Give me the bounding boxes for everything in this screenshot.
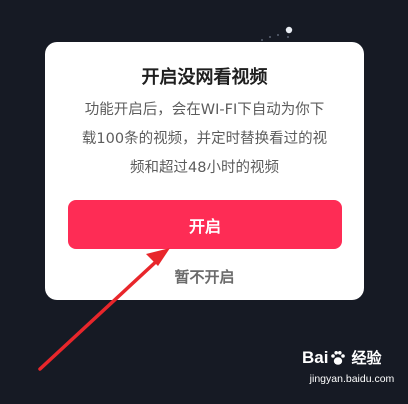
paw-icon bbox=[331, 350, 346, 365]
dialog-message: 功能开启后，会在WI-FI下自动为你下 载100条的视频，并定时替换看过的视 频… bbox=[65, 96, 344, 183]
baidu-jingyan-watermark: Bai 经验 jingyan.baidu.com bbox=[300, 347, 404, 399]
watermark-brand: Bai 经验 bbox=[302, 347, 381, 368]
message-line: 功能开启后，会在WI-FI下自动为你下 bbox=[84, 102, 325, 118]
offline-video-dialog: 开启没网看视频 功能开启后，会在WI-FI下自动为你下 载100条的视频，并定时… bbox=[45, 42, 364, 300]
enable-button[interactable]: 开启 bbox=[68, 200, 342, 249]
watermark-url: jingyan.baidu.com bbox=[309, 373, 395, 385]
watermark-jingyan-text: 经验 bbox=[351, 350, 382, 367]
dialog-title: 开启没网看视频 bbox=[141, 67, 268, 88]
not-now-button[interactable]: 暂不开启 bbox=[45, 263, 364, 289]
message-line: 频和超过48小时的视频 bbox=[130, 160, 279, 176]
watermark-brand-text: Bai bbox=[302, 347, 329, 367]
message-line: 载100条的视频，并定时替换看过的视 bbox=[81, 131, 328, 147]
